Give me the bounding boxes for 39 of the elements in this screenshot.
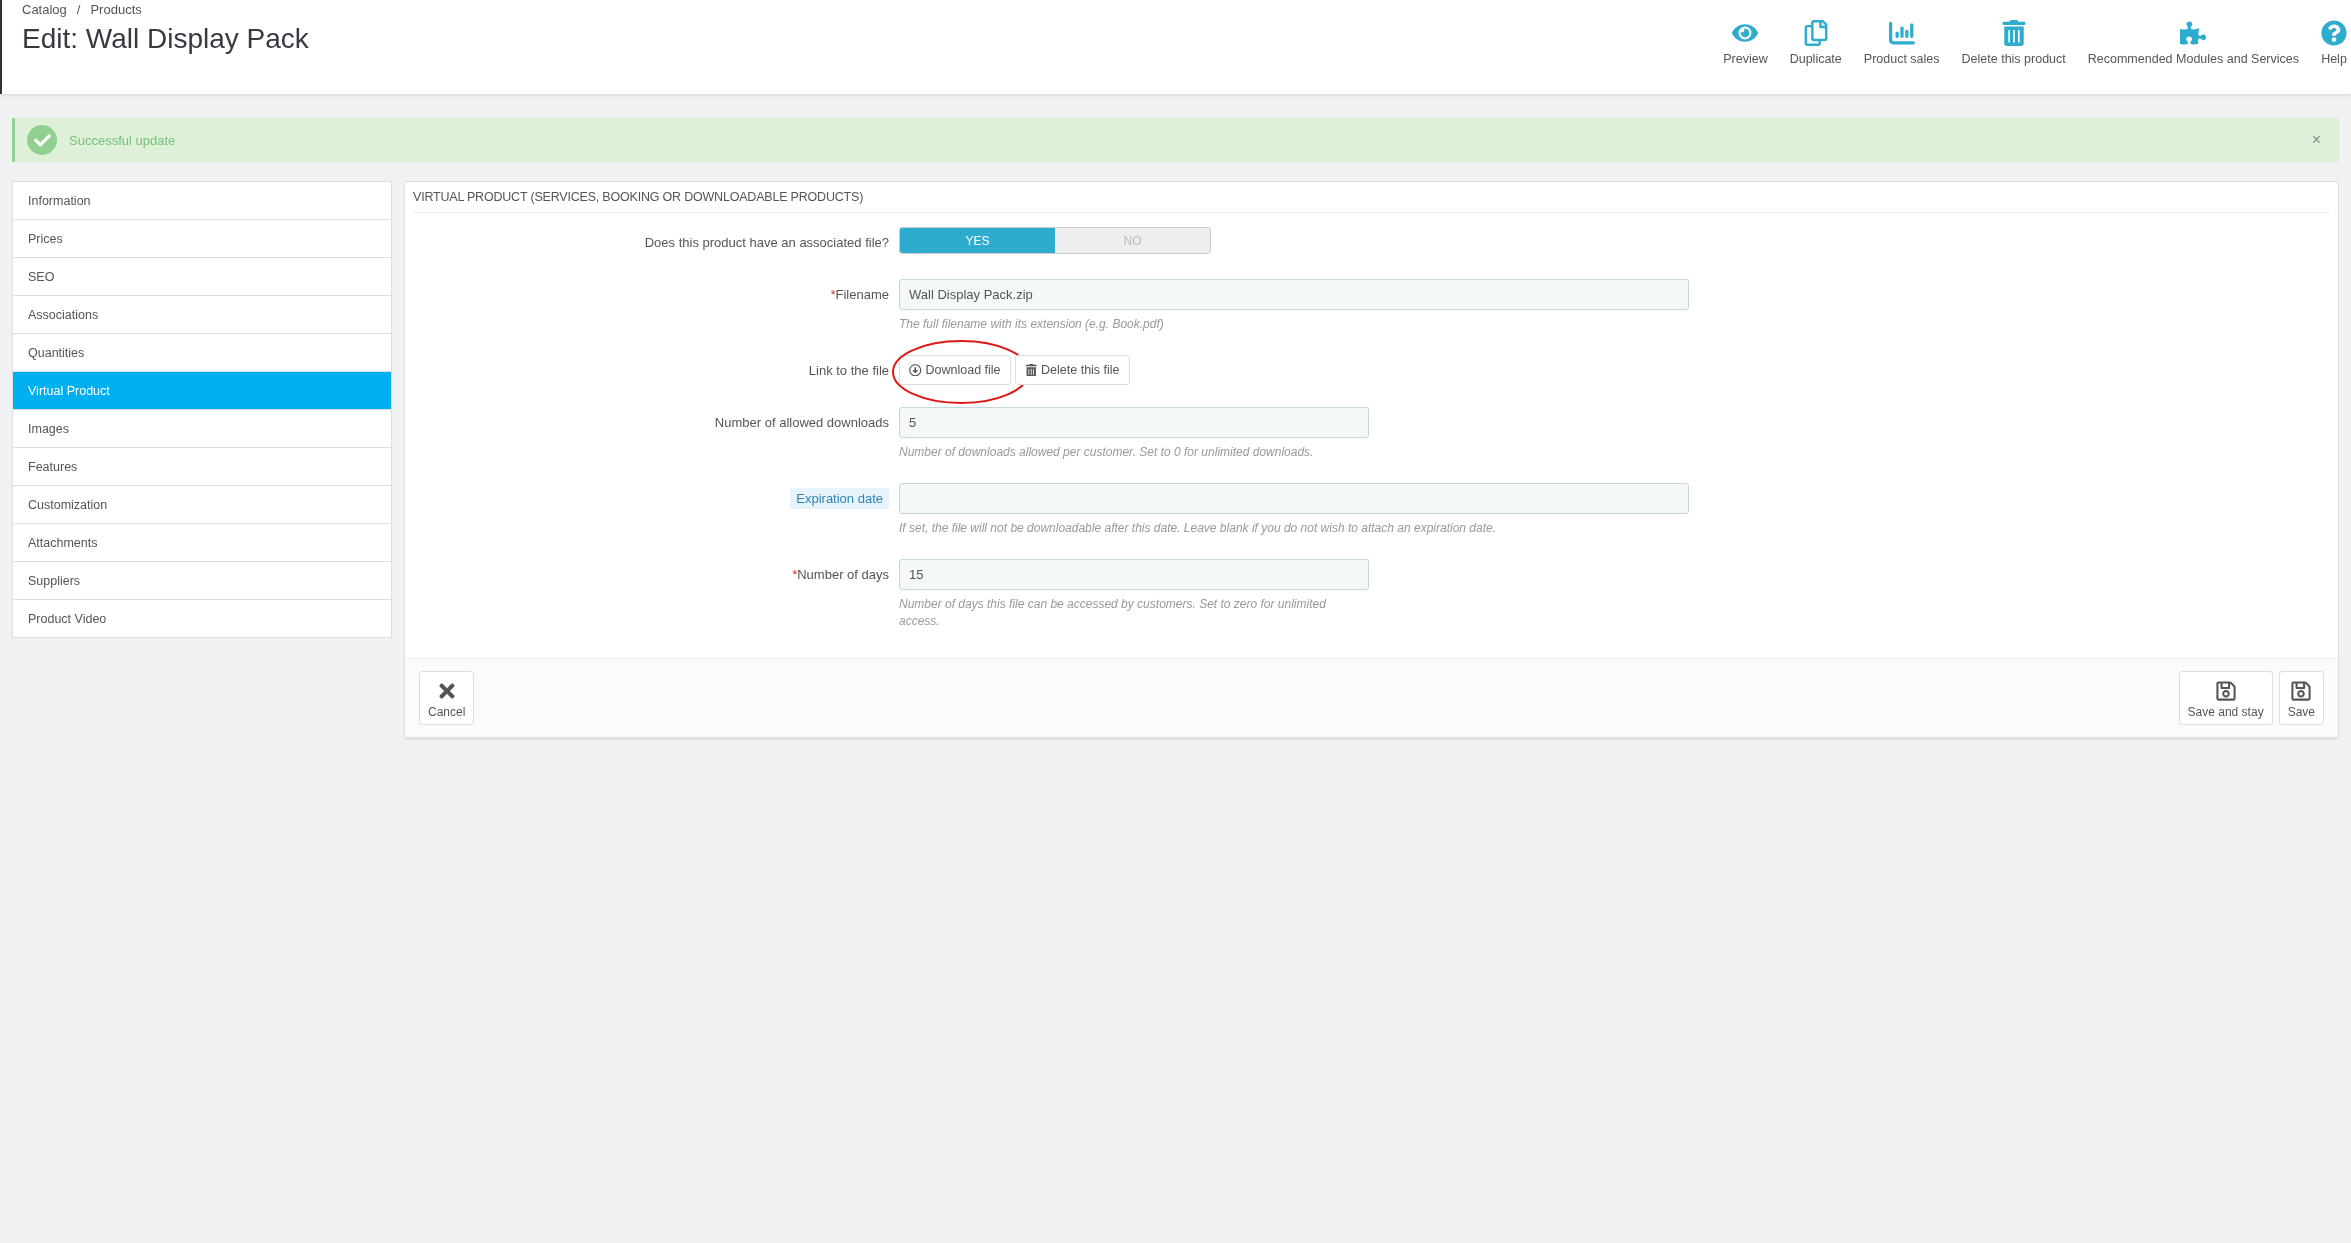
trash-icon — [2000, 20, 2027, 46]
save-button[interactable]: Save — [2278, 671, 2324, 725]
toolbar-button[interactable]: Product sales — [1863, 20, 1940, 66]
toolbar-button[interactable]: Duplicate — [1789, 20, 1842, 66]
check-icon — [27, 125, 57, 155]
alert-message: Successful update — [69, 132, 177, 148]
field-label: Expiration date — [790, 487, 889, 509]
cancel-button[interactable]: Cancel — [419, 671, 475, 725]
field-label: Number of allowed downloads — [714, 414, 889, 430]
help-text: If set, the file will not be downloadable after this date. Leave blank if you do not wish to attach an expiration date. — [899, 520, 1498, 537]
puzzle-icon — [2180, 20, 2207, 46]
toolbar-button[interactable]: Help — [2321, 20, 2347, 66]
field-label: *Filename — [830, 286, 889, 302]
trash-icon — [1024, 363, 1038, 377]
delete-button[interactable]: Delete this file — [1014, 355, 1130, 385]
panel-title: VIRTUAL PRODUCT (SERVICES, BOOKING OR DOWNLOADABLE PRODUCTS) — [413, 182, 2330, 213]
breadcrumb-separator: / — [76, 2, 81, 17]
input-field[interactable]: 5 — [899, 407, 1369, 438]
input-field[interactable]: 15 — [899, 559, 1369, 590]
save-button[interactable]: Save and stay — [2178, 671, 2273, 725]
field-label: Does this product have an associated file? — [644, 234, 889, 250]
copy-icon — [1802, 20, 1829, 46]
page-title: Edit: Wall Display Pack — [22, 23, 309, 55]
toolbar-button[interactable]: Recommended Modules and Services — [2087, 20, 2299, 66]
toolbar-button[interactable]: Preview — [1723, 20, 1768, 66]
bar-chart-icon — [1888, 20, 1915, 46]
breadcrumb-link[interactable]: Catalog — [22, 2, 67, 17]
download-icon — [909, 363, 922, 377]
field-label: *Number of days — [792, 566, 889, 582]
help-text: The full filename with its extension (e.g. Book.pdf) — [899, 316, 1165, 333]
field-label: Link to the file — [808, 362, 889, 378]
input-field[interactable] — [899, 483, 1689, 514]
toolbar-button[interactable]: Delete this product — [1961, 20, 2066, 66]
help-icon — [2321, 20, 2347, 46]
breadcrumb-link[interactable]: Products — [90, 2, 142, 17]
help-text: Number of days this file can be accessed by customers. Set to zero for unlimited access. — [899, 596, 1327, 630]
input-field[interactable]: Wall Display Pack.zip — [899, 279, 1689, 310]
help-text: Number of downloads allowed per customer. Set to 0 for unlimited downloads. — [899, 444, 1315, 461]
download-button[interactable]: Download file — [899, 355, 1011, 385]
